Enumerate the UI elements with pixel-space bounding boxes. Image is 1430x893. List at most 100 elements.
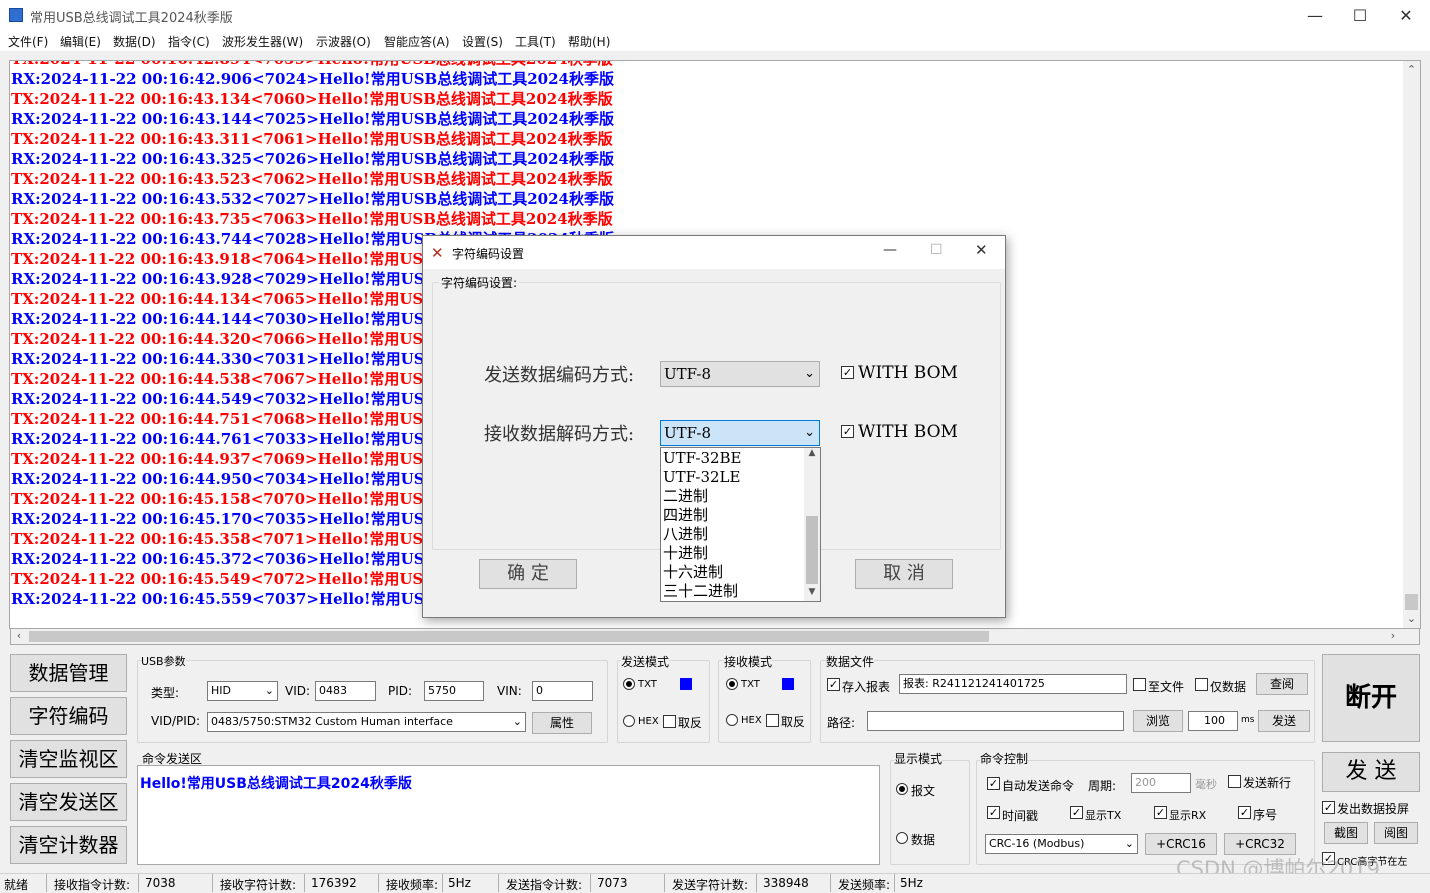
seq-checkbox[interactable]: ✓ (1238, 806, 1251, 819)
auto-send-checkbox[interactable]: ✓ (987, 777, 1000, 790)
browse-button[interactable]: 浏览 (1133, 710, 1183, 732)
scroll-up-icon[interactable]: ⌃ (1403, 63, 1420, 76)
data-file-label: 数据文件 (826, 653, 875, 670)
encoding-option[interactable]: 十六进制 (663, 563, 723, 582)
clear-counter-button[interactable]: 清空计数器 (10, 826, 127, 864)
screen-cast-checkbox[interactable]: ✓ (1322, 801, 1335, 814)
show-tx-checkbox[interactable]: ✓ (1070, 806, 1083, 819)
recv-invert-checkbox[interactable] (766, 714, 779, 727)
display-report-radio[interactable] (896, 783, 908, 795)
menu-waveform[interactable]: 波形发生器(W) (222, 33, 303, 50)
hscroll-thumb[interactable] (29, 631, 989, 642)
interval-input[interactable]: 100 (1188, 711, 1238, 731)
encoding-dropdown-list[interactable]: UTF-32BE UTF-32LE 二进制 四进制 八进制 十进制 十六进制 三十二进制 ▲ … (660, 447, 821, 602)
vin-input[interactable]: 0 (532, 681, 593, 701)
recv-hex-radio[interactable] (726, 714, 738, 726)
cmd-input[interactable]: Hello!常用USB总线调试工具2024秋季版 (137, 765, 880, 865)
dialog-maximize-icon[interactable]: ☐ (930, 242, 943, 258)
scroll-thumb[interactable] (1405, 594, 1418, 610)
send-bom-checkbox[interactable]: ✓ (841, 366, 854, 379)
maximize-icon[interactable]: ☐ (1337, 0, 1383, 31)
to-file-checkbox[interactable] (1133, 678, 1146, 691)
properties-button[interactable]: 属性 (532, 712, 592, 734)
encoding-option[interactable]: 八进制 (663, 525, 708, 544)
encoding-option[interactable]: 四进制 (663, 506, 708, 525)
menu-settings[interactable]: 设置(S) (462, 33, 503, 50)
cancel-button[interactable]: 取 消 (855, 559, 953, 589)
encoding-option[interactable]: 十进制 (663, 544, 708, 563)
log-line: RX:2024-11-22 00:16:43.144<7025>Hello!常用… (11, 110, 614, 128)
minimize-icon[interactable]: — (1292, 0, 1338, 31)
path-input[interactable] (867, 711, 1124, 731)
clear-send-button[interactable]: 清空发送区 (10, 783, 127, 821)
show-rx-checkbox[interactable]: ✓ (1154, 806, 1167, 819)
send-invert-checkbox[interactable] (663, 715, 676, 728)
close-icon[interactable]: ✕ (1383, 0, 1429, 31)
tx-freq-label: 发送频率: (838, 878, 891, 892)
device-select[interactable]: 0483/5750:STM32 Custom Human interface ⌄ (207, 712, 526, 732)
encoding-option[interactable]: 二进制 (663, 487, 708, 506)
menu-data[interactable]: 数据(D) (113, 33, 156, 50)
period-input[interactable]: 200 (1131, 773, 1191, 793)
send-encoding-select[interactable]: UTF-8 ⌄ (660, 361, 820, 387)
send-newline-checkbox[interactable] (1228, 775, 1241, 788)
data-manage-button[interactable]: 数据管理 (10, 654, 127, 692)
menu-file[interactable]: 文件(F) (8, 33, 48, 50)
view-report-button[interactable]: 查阅 (1256, 673, 1308, 695)
menu-edit[interactable]: 编辑(E) (60, 33, 101, 50)
scroll-right-icon[interactable]: › (1387, 629, 1399, 642)
pid-input[interactable]: 5750 (424, 681, 484, 701)
dialog-minimize-icon[interactable]: — (883, 242, 897, 258)
menu-auto-reply[interactable]: 智能应答(A) (384, 33, 450, 50)
data-only-checkbox[interactable] (1195, 678, 1208, 691)
dropdown-scroll-thumb[interactable] (806, 516, 818, 584)
display-report-label: 报文 (911, 784, 936, 798)
recv-color-swatch[interactable] (782, 678, 794, 690)
scroll-down-icon[interactable]: ⌄ (1403, 612, 1420, 625)
encoding-option[interactable]: UTF-32LE (663, 468, 740, 487)
crc32-button[interactable]: +CRC32 (1224, 833, 1296, 855)
vid-input[interactable]: 0483 (315, 681, 376, 701)
save-report-checkbox[interactable]: ✓ (827, 678, 840, 691)
recv-bom-checkbox[interactable]: ✓ (841, 425, 854, 438)
timestamp-checkbox[interactable]: ✓ (987, 806, 1000, 819)
encoding-option[interactable]: UTF-32BE (663, 449, 742, 468)
display-data-radio[interactable] (896, 832, 908, 844)
scroll-up-icon[interactable]: ▲ (804, 448, 820, 458)
app-icon (9, 8, 23, 22)
menu-tools[interactable]: 工具(T) (515, 33, 556, 50)
send-newline-label: 发送新行 (1243, 776, 1292, 790)
scroll-down-icon[interactable]: ▼ (804, 587, 820, 597)
send-encoding-label: 发送数据编码方式: (484, 365, 635, 386)
screenshot-button[interactable]: 截图 (1324, 822, 1368, 844)
ok-button[interactable]: 确 定 (479, 559, 577, 589)
crc-select[interactable]: CRC-16 (Modbus) ⌄ (985, 834, 1138, 854)
tx-freq: 5Hz (900, 876, 923, 890)
clear-monitor-button[interactable]: 清空监视区 (10, 740, 127, 778)
dialog-close-icon[interactable]: ✕ (975, 241, 988, 259)
file-send-button[interactable]: 发送 (1258, 710, 1310, 732)
send-button[interactable]: 发 送 (1322, 752, 1420, 792)
period-unit: 毫秒 (1195, 778, 1217, 791)
menu-oscilloscope[interactable]: 示波器(O) (316, 33, 371, 50)
log-horizontal-scrollbar[interactable]: ‹ › (10, 628, 1420, 645)
send-hex-radio[interactable] (623, 715, 635, 727)
data-only-label: 仅数据 (1210, 680, 1247, 694)
disconnect-button[interactable]: 断开 (1322, 654, 1420, 742)
send-txt-radio[interactable] (623, 678, 635, 690)
recv-encoding-select[interactable]: UTF-8 ⌄ (660, 420, 820, 446)
report-name-field[interactable]: 报表: R241121241401725 (899, 674, 1127, 694)
view-image-button[interactable]: 阅图 (1374, 822, 1418, 844)
menu-help[interactable]: 帮助(H) (568, 33, 610, 50)
recv-invert-label: 取反 (781, 715, 806, 729)
recv-txt-radio[interactable] (726, 678, 738, 690)
encoding-option[interactable]: 三十二进制 (663, 582, 738, 601)
menu-command[interactable]: 指令(C) (168, 33, 210, 50)
log-vertical-scrollbar[interactable]: ⌃ ⌄ (1403, 61, 1420, 628)
type-select[interactable]: HID ⌄ (207, 681, 278, 701)
dropdown-scrollbar[interactable]: ▲ ▼ (804, 448, 820, 601)
scroll-left-icon[interactable]: ‹ (13, 629, 25, 642)
char-encoding-button[interactable]: 字符编码 (10, 697, 127, 735)
send-color-swatch[interactable] (680, 678, 692, 690)
crc16-button[interactable]: +CRC16 (1145, 833, 1217, 855)
